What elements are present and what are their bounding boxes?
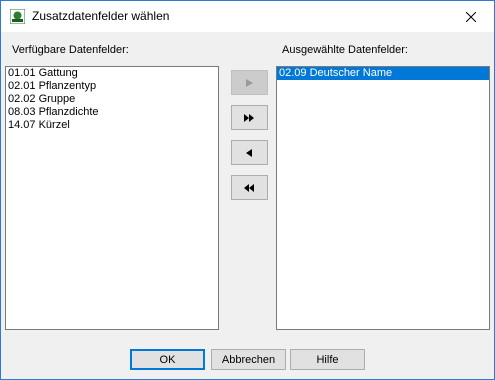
close-icon bbox=[466, 11, 476, 22]
list-item[interactable]: 02.01 Pflanzentyp bbox=[6, 80, 218, 93]
title-bar[interactable]: Zusatzdatenfelder wählen bbox=[1, 1, 494, 32]
double-arrow-left-icon bbox=[244, 183, 254, 192]
window-title: Zusatzdatenfelder wählen bbox=[32, 9, 170, 23]
double-arrow-right-icon bbox=[244, 113, 254, 122]
list-item[interactable]: 02.02 Gruppe bbox=[6, 93, 218, 106]
ok-button[interactable]: OK bbox=[130, 349, 205, 370]
selected-fields-label: Ausgewählte Datenfelder: bbox=[282, 44, 408, 56]
add-all-fields-button[interactable] bbox=[231, 105, 268, 130]
close-button[interactable] bbox=[448, 1, 494, 32]
help-button[interactable]: Hilfe bbox=[290, 349, 365, 370]
selected-fields-list[interactable]: 02.09 Deutscher Name bbox=[276, 66, 490, 330]
cancel-button[interactable]: Abbrechen bbox=[211, 349, 286, 370]
dialog-window: Zusatzdatenfelder wählen Verfügbare Date… bbox=[0, 0, 495, 380]
available-fields-list[interactable]: 01.01 Gattung 02.01 Pflanzentyp 02.02 Gr… bbox=[5, 66, 219, 330]
remove-all-fields-button[interactable] bbox=[231, 175, 268, 200]
list-item[interactable]: 02.09 Deutscher Name bbox=[277, 67, 489, 80]
list-item[interactable]: 01.01 Gattung bbox=[6, 67, 218, 80]
app-icon bbox=[10, 9, 25, 24]
available-fields-label: Verfügbare Datenfelder: bbox=[12, 44, 129, 56]
add-field-button[interactable] bbox=[231, 70, 268, 95]
arrow-right-icon bbox=[246, 78, 253, 87]
remove-field-button[interactable] bbox=[231, 140, 268, 165]
list-item[interactable]: 08.03 Pflanzdichte bbox=[6, 106, 218, 119]
list-item[interactable]: 14.07 Kürzel bbox=[6, 119, 218, 132]
arrow-left-icon bbox=[246, 148, 252, 157]
